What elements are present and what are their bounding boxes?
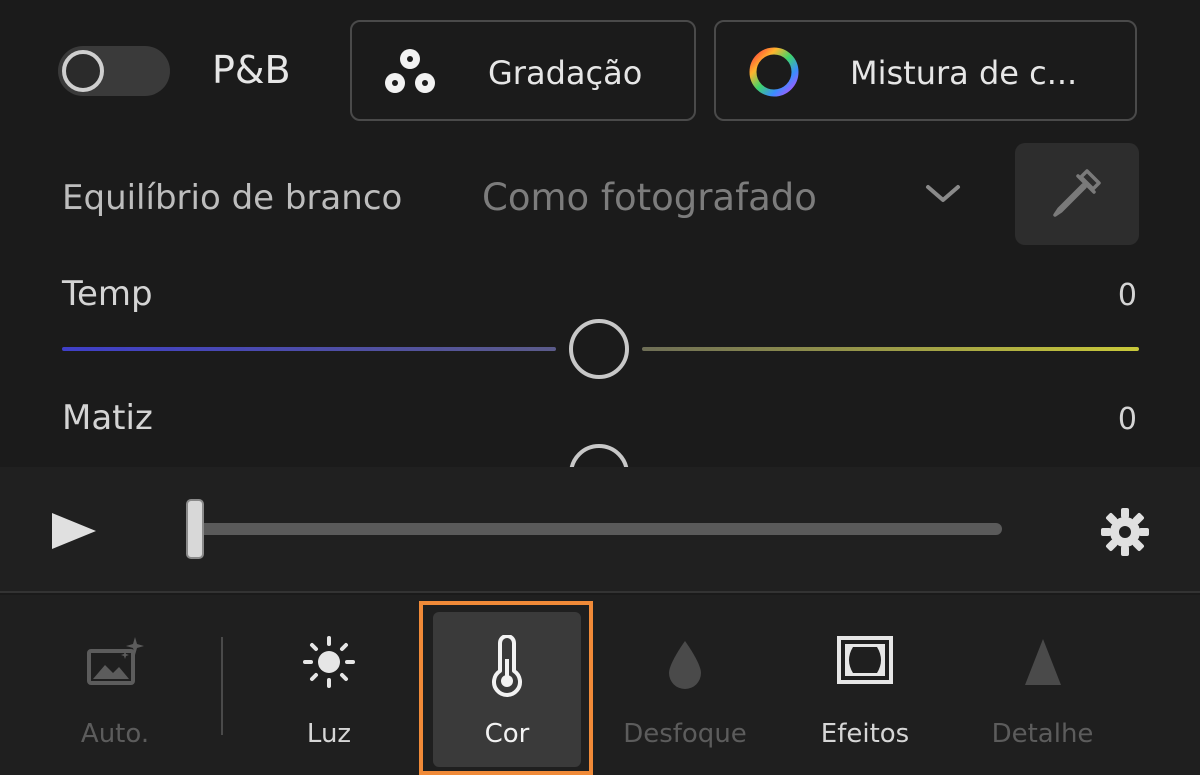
timeline-scrubber[interactable] xyxy=(186,499,204,559)
color-wheel-icon xyxy=(746,46,802,98)
bw-toggle[interactable] xyxy=(58,46,170,96)
eyedropper-button[interactable] xyxy=(1015,143,1139,245)
drop-icon xyxy=(663,635,707,695)
vignette-frame-icon xyxy=(836,635,894,689)
color-panel: P&B Gradação Mistura de c... Equilíbrio … xyxy=(0,0,1200,467)
play-icon[interactable] xyxy=(50,511,98,555)
tool-effects[interactable]: Efeitos xyxy=(800,595,930,775)
color-mix-button-label: Mistura de c... xyxy=(850,54,1078,92)
tool-color[interactable]: Cor xyxy=(433,612,581,767)
chevron-down-icon[interactable] xyxy=(922,178,964,208)
tint-slider-knob[interactable] xyxy=(569,444,629,467)
tool-light[interactable]: Luz xyxy=(264,595,394,775)
tool-color-label: Cor xyxy=(484,719,530,749)
tool-light-label: Luz xyxy=(306,719,352,749)
triangle-icon xyxy=(1021,635,1065,693)
tool-next-partial[interactable] xyxy=(1170,595,1200,775)
temp-slider-track-right[interactable] xyxy=(642,347,1139,351)
color-edit-screen: P&B Gradação Mistura de c... Equilíbrio … xyxy=(0,0,1200,775)
bw-toggle-knob xyxy=(62,50,104,92)
temp-slider-track-left[interactable] xyxy=(62,347,556,351)
tool-auto-label: Auto. xyxy=(80,719,150,749)
white-balance-label: Equilíbrio de branco xyxy=(62,178,403,218)
temp-slider-label: Temp xyxy=(62,274,153,314)
sun-icon xyxy=(298,635,360,693)
white-balance-dropdown[interactable]: Como fotografado xyxy=(482,176,817,219)
tint-slider-label: Matiz xyxy=(62,398,153,438)
tool-effects-label: Efeitos xyxy=(820,719,910,749)
playback-bar xyxy=(0,467,1200,593)
timeline-track[interactable] xyxy=(190,523,1002,535)
temp-slider-knob[interactable] xyxy=(569,319,629,379)
edit-toolbar: Auto. Luz Cor Desfoque Efeitos Detalhe xyxy=(0,595,1200,775)
three-circles-icon xyxy=(382,46,438,98)
tool-blur[interactable]: Desfoque xyxy=(610,595,760,775)
gear-icon[interactable] xyxy=(1098,505,1152,563)
tool-auto[interactable]: Auto. xyxy=(50,595,180,775)
auto-image-sparkle-icon xyxy=(83,635,147,693)
grading-button[interactable]: Gradação xyxy=(350,20,696,121)
toolbar-divider xyxy=(221,637,223,735)
temp-slider-value: 0 xyxy=(1117,278,1137,313)
tool-detail[interactable]: Detalhe xyxy=(975,595,1110,775)
tool-detail-label: Detalhe xyxy=(991,719,1094,749)
tool-blur-label: Desfoque xyxy=(623,719,747,749)
grading-button-label: Gradação xyxy=(488,54,643,92)
tint-slider-value: 0 xyxy=(1117,402,1137,437)
color-mix-button[interactable]: Mistura de c... xyxy=(714,20,1137,121)
eyedropper-icon xyxy=(1053,169,1101,217)
thermometer-icon xyxy=(484,634,530,701)
bw-toggle-label: P&B xyxy=(212,48,291,92)
